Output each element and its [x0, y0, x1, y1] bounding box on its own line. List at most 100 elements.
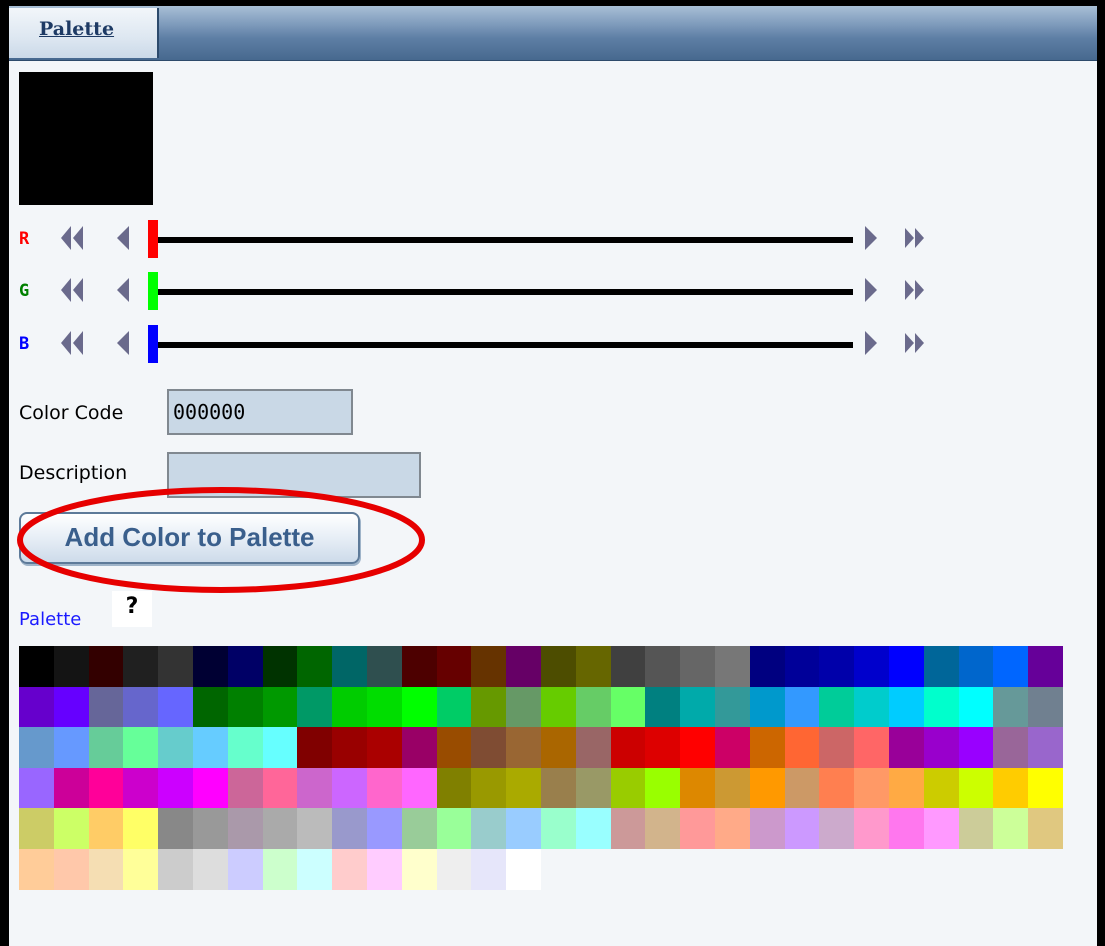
palette-swatch[interactable] — [854, 686, 890, 728]
palette-swatch[interactable] — [53, 686, 89, 728]
palette-swatch[interactable] — [19, 848, 54, 890]
palette-swatch[interactable] — [471, 727, 507, 768]
palette-swatch[interactable] — [993, 686, 1029, 728]
palette-swatch[interactable] — [958, 686, 994, 728]
palette-swatch[interactable] — [193, 686, 228, 728]
palette-swatch[interactable] — [575, 727, 611, 768]
palette-swatch[interactable] — [541, 646, 576, 687]
palette-swatch[interactable] — [53, 646, 89, 687]
palette-swatch[interactable] — [332, 767, 368, 809]
decrease-green-icon[interactable] — [107, 274, 141, 306]
tab-palette[interactable]: Palette — [9, 8, 159, 58]
palette-swatch[interactable] — [645, 727, 681, 768]
palette-swatch[interactable] — [1028, 646, 1064, 687]
palette-swatch[interactable] — [158, 808, 194, 849]
palette-swatch[interactable] — [541, 727, 576, 768]
palette-swatch[interactable] — [958, 767, 994, 809]
palette-swatch[interactable] — [680, 646, 716, 687]
palette-swatch[interactable] — [506, 767, 542, 809]
palette-swatch[interactable] — [227, 686, 263, 728]
palette-swatch[interactable] — [297, 686, 333, 728]
palette-swatch[interactable] — [227, 808, 263, 849]
palette-swatch[interactable] — [993, 808, 1029, 849]
increase-blue-icon[interactable] — [857, 327, 891, 359]
palette-swatch[interactable] — [436, 686, 472, 728]
palette-swatch[interactable] — [1028, 767, 1064, 809]
palette-swatch[interactable] — [854, 808, 890, 849]
palette-swatch[interactable] — [715, 767, 750, 809]
palette-swatch[interactable] — [819, 767, 855, 809]
slider-track-red[interactable] — [155, 237, 853, 243]
slider-thumb-green[interactable] — [148, 272, 158, 310]
palette-swatch[interactable] — [575, 686, 611, 728]
palette-swatch[interactable] — [193, 808, 228, 849]
palette-swatch[interactable] — [471, 767, 507, 809]
palette-swatch[interactable] — [367, 686, 402, 728]
palette-swatch[interactable] — [610, 686, 646, 728]
palette-swatch[interactable] — [471, 646, 507, 687]
palette-swatch[interactable] — [158, 848, 194, 890]
palette-swatch[interactable] — [401, 767, 437, 809]
palette-swatch[interactable] — [715, 808, 750, 849]
slider-thumb-blue[interactable] — [148, 325, 158, 363]
palette-swatch[interactable] — [88, 767, 124, 809]
palette-swatch[interactable] — [819, 686, 855, 728]
palette-swatch[interactable] — [123, 767, 159, 809]
palette-swatch[interactable] — [610, 767, 646, 809]
palette-swatch[interactable] — [367, 767, 402, 809]
palette-swatch[interactable] — [749, 686, 785, 728]
palette-swatch[interactable] — [123, 686, 159, 728]
palette-swatch[interactable] — [367, 808, 402, 849]
palette-swatch[interactable] — [193, 727, 228, 768]
palette-swatch[interactable] — [610, 727, 646, 768]
palette-swatch[interactable] — [193, 646, 228, 687]
palette-swatch[interactable] — [436, 808, 472, 849]
palette-swatch[interactable] — [575, 808, 611, 849]
add-color-to-palette-button[interactable]: Add Color to Palette — [19, 512, 360, 564]
palette-swatch[interactable] — [367, 848, 402, 890]
palette-swatch[interactable] — [923, 646, 959, 687]
palette-swatch[interactable] — [262, 727, 298, 768]
palette-swatch[interactable] — [715, 727, 750, 768]
description-input[interactable] — [167, 452, 421, 498]
palette-swatch[interactable] — [541, 767, 576, 809]
palette-swatch[interactable] — [401, 848, 437, 890]
palette-swatch[interactable] — [889, 727, 924, 768]
fast-increase-green-icon[interactable] — [899, 274, 933, 306]
palette-swatch[interactable] — [332, 848, 368, 890]
palette-swatch[interactable] — [436, 727, 472, 768]
palette-swatch[interactable] — [993, 767, 1029, 809]
palette-swatch[interactable] — [19, 727, 54, 768]
fast-decrease-red-icon[interactable] — [57, 222, 91, 254]
palette-swatch[interactable] — [645, 808, 681, 849]
palette-swatch[interactable] — [123, 646, 159, 687]
palette-swatch[interactable] — [193, 767, 228, 809]
palette-swatch[interactable] — [819, 646, 855, 687]
palette-swatch[interactable] — [889, 646, 924, 687]
palette-swatch[interactable] — [749, 808, 785, 849]
palette-swatch[interactable] — [262, 808, 298, 849]
palette-swatch[interactable] — [854, 767, 890, 809]
palette-swatch[interactable] — [158, 767, 194, 809]
decrease-red-icon[interactable] — [107, 222, 141, 254]
fast-increase-red-icon[interactable] — [899, 222, 933, 254]
palette-swatch[interactable] — [88, 646, 124, 687]
palette-swatch[interactable] — [332, 808, 368, 849]
palette-swatch[interactable] — [332, 646, 368, 687]
palette-swatch[interactable] — [889, 686, 924, 728]
palette-swatch[interactable] — [645, 686, 681, 728]
palette-swatch[interactable] — [88, 727, 124, 768]
slider-track-green[interactable] — [155, 289, 853, 295]
palette-swatch[interactable] — [297, 767, 333, 809]
palette-swatch[interactable] — [53, 767, 89, 809]
fast-decrease-green-icon[interactable] — [57, 274, 91, 306]
palette-swatch[interactable] — [854, 646, 890, 687]
slider-thumb-red[interactable] — [148, 220, 158, 258]
palette-swatch[interactable] — [123, 727, 159, 768]
palette-swatch[interactable] — [506, 646, 542, 687]
palette-swatch[interactable] — [958, 727, 994, 768]
increase-green-icon[interactable] — [857, 274, 891, 306]
palette-swatch[interactable] — [297, 646, 333, 687]
palette-swatch[interactable] — [680, 808, 716, 849]
palette-swatch[interactable] — [506, 808, 542, 849]
